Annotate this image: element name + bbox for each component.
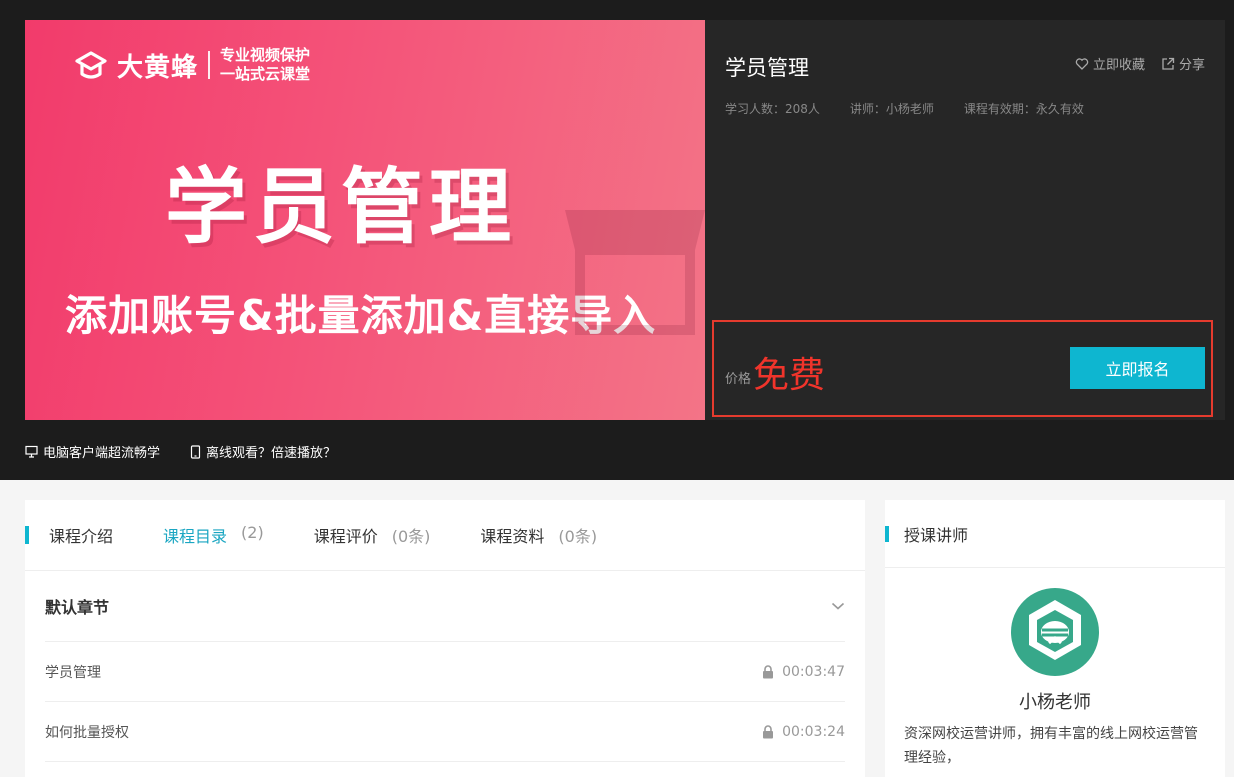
favorite-label: 立即收藏 — [1092, 58, 1145, 73]
tab-catalog[interactable]: 课程目录 (2) — [163, 523, 264, 547]
lesson-title: 学员管理 — [45, 664, 101, 681]
share-button[interactable]: 分享 — [1161, 54, 1205, 73]
price-label: 价格 — [725, 372, 752, 387]
enroll-button[interactable]: 立即报名 — [1070, 347, 1205, 389]
desktop-client-label: 电脑客户端超流畅学 — [43, 446, 161, 461]
course-meta: 学习人数：208人 讲师：小杨老师 课程有效期：永久有效 — [725, 100, 1084, 117]
favorite-button[interactable]: 立即收藏 — [1075, 54, 1145, 73]
price-value: 免费 — [753, 355, 826, 396]
tab-label: 课程介绍 — [49, 527, 114, 546]
client-tips: 电脑客户端超流畅学 离线观看？倍速播放？ — [25, 442, 336, 461]
graduation-cap-icon — [75, 51, 107, 79]
lesson-title: 如何批量授权 — [45, 724, 129, 741]
validity-info: 课程有效期：永久有效 — [963, 102, 1084, 116]
chapter-header[interactable]: 默认章节 — [45, 571, 845, 642]
price-highlight-box: 价格 免费 立即报名 — [712, 320, 1213, 417]
lesson-row[interactable]: 学员管理 00:03:47 — [45, 642, 845, 702]
course-actions: 立即收藏 分享 — [1075, 54, 1205, 73]
tab-count: (0条) — [391, 527, 431, 546]
instructor-panel: 授课讲师 小杨老师 资深网校运营讲师，拥有丰富的线上网校运营管理经验， — [885, 500, 1225, 777]
lesson-row[interactable]: 如何批量授权 00:03:24 — [45, 702, 845, 762]
logo-divider — [208, 51, 211, 79]
lock-icon — [763, 724, 774, 738]
brand-name: 大黄蜂 — [117, 52, 199, 83]
learner-count: 学习人数：208人 — [725, 102, 820, 116]
tab-label: 课程资料 — [480, 527, 545, 546]
course-info-panel: 学员管理 立即收藏 分享 学习人数：208人 讲师：小杨老师 课程有效期：永久有… — [705, 20, 1225, 420]
course-tabs: 课程介绍 课程目录 (2) 课程评价 (0条) 课程资料 (0条) — [25, 500, 865, 571]
brand-tagline: 专业视频保护 一站式云课堂 — [220, 46, 310, 84]
avatar — [1011, 588, 1099, 676]
storefront-icon — [565, 210, 705, 335]
tab-count: (2) — [241, 523, 264, 542]
chapter-section: 默认章节 学员管理 00:03:47 如何批量授权 00:03:24 — [25, 571, 865, 762]
desktop-client-link[interactable]: 电脑客户端超流畅学 — [25, 442, 160, 461]
lesson-duration: 00:03:24 — [782, 723, 845, 740]
tab-count: (0条) — [558, 527, 598, 546]
teacher-info: 讲师：小杨老师 — [849, 102, 934, 116]
brand-logo: 大黄蜂 专业视频保护 一站式云课堂 — [73, 46, 310, 84]
tab-reviews[interactable]: 课程评价 (0条) — [314, 523, 431, 547]
offline-play-link[interactable]: 离线观看？倍速播放？ — [190, 442, 336, 461]
instructor-name: 小杨老师 — [1019, 692, 1091, 713]
share-icon — [1162, 57, 1175, 70]
section-indicator-bar — [885, 526, 889, 542]
tab-label: 课程目录 — [163, 527, 228, 546]
course-content-panel: 课程介绍 课程目录 (2) 课程评价 (0条) 课程资料 (0条) 默认章节 学… — [25, 500, 865, 777]
bee-logo-icon — [1029, 600, 1081, 660]
course-title: 学员管理 — [725, 56, 809, 80]
instructor-header: 授课讲师 — [885, 500, 1225, 568]
phone-icon — [190, 444, 201, 459]
lesson-meta: 00:03:24 — [762, 724, 845, 740]
monitor-icon — [25, 445, 38, 458]
lock-icon — [763, 664, 774, 678]
chevron-down-icon[interactable] — [831, 601, 845, 611]
course-cover-image: 大黄蜂 专业视频保护 一站式云课堂 学员管理 添加账号&批量添加&直接导入 — [25, 20, 705, 420]
cover-title: 学员管理 — [165, 160, 518, 255]
share-label: 分享 — [1178, 58, 1205, 73]
instructor-heading: 授课讲师 — [904, 525, 969, 545]
lesson-duration: 00:03:47 — [782, 663, 845, 680]
tab-indicator-bar — [25, 526, 29, 544]
offline-play-label: 离线观看？倍速播放？ — [206, 446, 337, 461]
brand-tagline-line1: 专业视频保护 — [220, 46, 311, 64]
heart-icon — [1075, 57, 1089, 70]
tab-label: 课程评价 — [313, 527, 378, 546]
tab-intro[interactable]: 课程介绍 — [49, 523, 113, 547]
tab-materials[interactable]: 课程资料 (0条) — [480, 523, 597, 547]
instructor-description: 资深网校运营讲师，拥有丰富的线上网校运营管理经验， — [904, 726, 1198, 766]
lesson-meta: 00:03:47 — [762, 664, 845, 680]
chapter-title: 默认章节 — [45, 598, 110, 617]
brand-tagline-line2: 一站式云课堂 — [220, 65, 311, 83]
